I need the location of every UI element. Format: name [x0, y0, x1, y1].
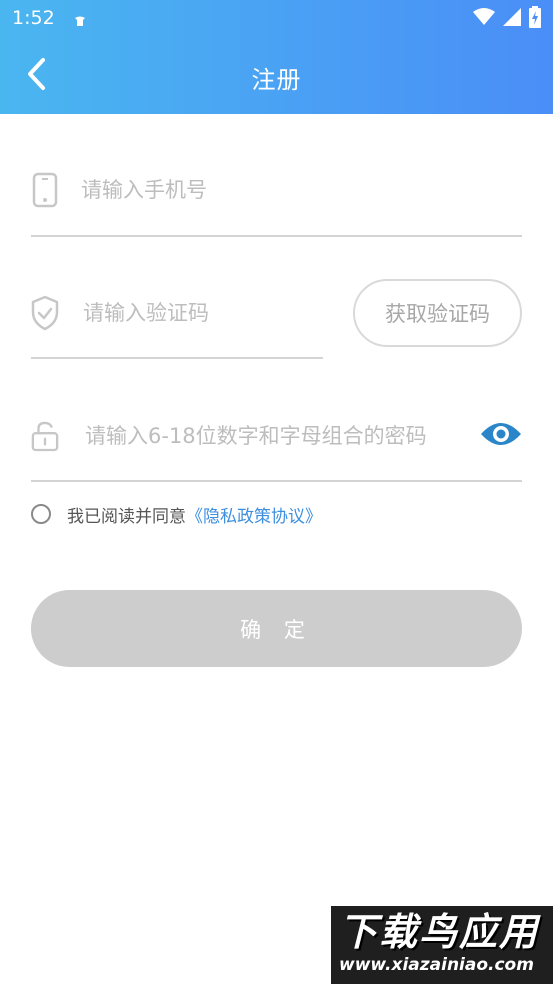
- shield-check-icon: [31, 295, 59, 331]
- get-code-button[interactable]: 获取验证码: [353, 279, 522, 347]
- agreement-checkbox[interactable]: [31, 504, 51, 524]
- watermark-title: 下载鸟应用: [339, 910, 540, 954]
- password-underline: [31, 480, 522, 482]
- lock-icon: [31, 418, 59, 454]
- battery-icon: [529, 6, 541, 32]
- confirm-button[interactable]: 确 定: [31, 590, 522, 667]
- status-icons: [473, 6, 541, 32]
- phone-underline: [31, 235, 522, 237]
- password-input[interactable]: [85, 420, 475, 452]
- status-time: 1:52: [12, 7, 55, 29]
- notification-app-icon: [74, 12, 86, 26]
- password-visibility-toggle[interactable]: [478, 420, 524, 452]
- agreement-text: 我已阅读并同意: [67, 506, 186, 527]
- eye-icon: [479, 420, 523, 452]
- header: 1:52 注册: [0, 0, 553, 114]
- watermark-url: www.xiazainiao.com: [339, 955, 534, 975]
- register-screen: 1:52 注册 请输入手机号 请输入验证码 获取验证码 我已阅读并同意 《隐私政…: [0, 0, 553, 984]
- page-title: 注册: [251, 66, 302, 94]
- status-bar: 1:52: [0, 0, 553, 38]
- privacy-policy-link[interactable]: 《隐私政策协议》: [186, 502, 322, 527]
- watermark-logo: 下载鸟应用 www.xiazainiao.com: [331, 906, 553, 984]
- phone-input[interactable]: [81, 174, 511, 206]
- title-bar: 注册: [0, 38, 553, 114]
- agreement-row: 我已阅读并同意 《隐私政策协议》: [31, 502, 322, 527]
- verify-code-input[interactable]: [83, 297, 313, 329]
- wifi-icon: [473, 8, 495, 30]
- signal-icon: [503, 8, 521, 30]
- phone-icon: [31, 172, 59, 208]
- verify-code-underline: [31, 357, 323, 359]
